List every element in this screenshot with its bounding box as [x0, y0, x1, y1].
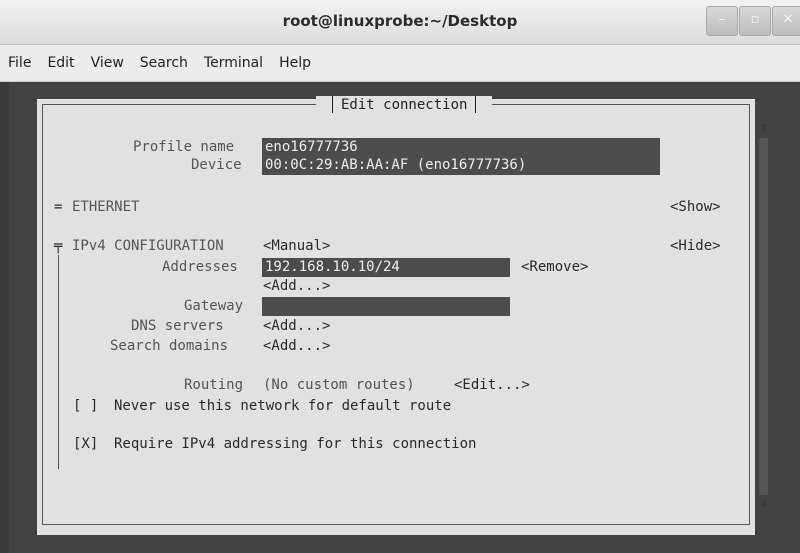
menu-help[interactable]: Help	[271, 55, 319, 71]
minimize-button[interactable]: –	[706, 6, 738, 36]
dialog-title-text: Edit connection	[341, 96, 468, 113]
ipv4-section-label: IPv4 CONFIGURATION	[72, 238, 224, 254]
gateway-label: Gateway	[184, 298, 244, 314]
menu-file[interactable]: File	[0, 55, 39, 71]
ipv4-hide-button[interactable]: <Hide>	[670, 238, 721, 255]
maximize-button[interactable]: ▫	[739, 6, 771, 36]
menu-view[interactable]: View	[83, 55, 132, 71]
menu-edit[interactable]: Edit	[39, 55, 82, 71]
never-default-checkbox[interactable]: [ ]	[73, 398, 98, 415]
device-label: Device	[191, 157, 242, 173]
scroll-down-icon[interactable]: ↓	[760, 497, 769, 510]
device-input[interactable]: 00:0C:29:AB:AA:AF (eno16777736)	[262, 156, 660, 175]
dns-servers-label: DNS servers	[131, 318, 224, 334]
ethernet-marker: =	[54, 199, 63, 215]
menu-bar: File Edit View Search Terminal Help	[0, 45, 800, 82]
gateway-input[interactable]	[262, 297, 510, 316]
routing-value: (No custom routes)	[263, 377, 415, 393]
profile-name-label: Profile name	[133, 139, 235, 155]
add-address-button[interactable]: <Add...>	[263, 278, 330, 295]
ethernet-show-button[interactable]: <Show>	[670, 199, 721, 216]
require-ipv4-label: Require IPv4 addressing for this connect…	[114, 436, 477, 452]
menu-terminal[interactable]: Terminal	[196, 55, 271, 71]
menu-search[interactable]: Search	[132, 55, 196, 71]
ipv4-section-bracket	[58, 255, 59, 469]
address-input[interactable]: 192.168.10.10/24	[262, 258, 510, 277]
close-button[interactable]: ✕	[772, 6, 800, 36]
window-titlebar: root@linuxprobe:~/Desktop – ▫ ✕	[0, 0, 800, 45]
never-default-label: Never use this network for default route	[114, 398, 452, 414]
dialog-title: Edit connection	[316, 96, 493, 113]
routing-label: Routing	[184, 377, 244, 393]
ipv4-mode-dropdown[interactable]: <Manual>	[263, 238, 330, 255]
add-dns-button[interactable]: <Add...>	[263, 318, 330, 335]
search-domains-label: Search domains	[110, 338, 229, 354]
ethernet-section-label: ETHERNET	[72, 199, 140, 215]
scroll-up-icon[interactable]: ↑	[760, 122, 769, 135]
profile-name-input[interactable]: eno16777736	[262, 138, 660, 157]
require-ipv4-checkbox[interactable]: [X]	[73, 436, 98, 453]
remove-address-button[interactable]: <Remove>	[521, 259, 588, 276]
ipv4-marker: ╤	[54, 238, 63, 254]
addresses-label: Addresses	[162, 259, 238, 275]
window-title: root@linuxprobe:~/Desktop	[282, 12, 518, 30]
add-search-domain-button[interactable]: <Add...>	[263, 338, 330, 355]
window-controls: – ▫ ✕	[705, 6, 800, 36]
routing-edit-button[interactable]: <Edit...>	[454, 377, 530, 394]
scrollbar-track[interactable]	[759, 138, 768, 495]
